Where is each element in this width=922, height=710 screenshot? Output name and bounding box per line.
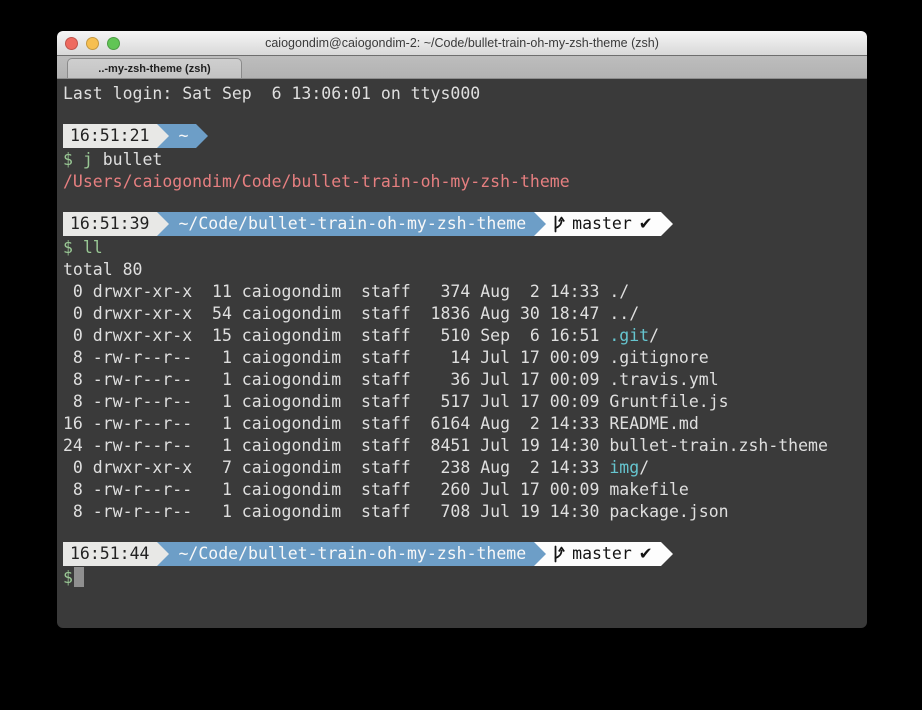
file-listing-row: 0 drwxr-xr-x 7 caiogondim staff 238 Aug … (63, 457, 861, 479)
file-name: bullet-train.zsh-theme (609, 436, 828, 455)
file-listing-row: 16 -rw-r--r-- 1 caiogondim staff 6164 Au… (63, 413, 861, 435)
shell-prompt-1: 16:51:21 ~ (63, 124, 861, 148)
terminal-window: caiogondim@caiogondim-2: ~/Code/bullet-t… (57, 31, 867, 628)
prompt-time: 16:51:39 (70, 213, 149, 235)
git-branch-icon (552, 545, 565, 563)
input-line[interactable]: $ (63, 567, 861, 589)
tab-label: ..-my-zsh-theme (zsh) (98, 63, 210, 75)
powerline-separator-icon (157, 212, 169, 236)
prompt-time-segment: 16:51:21 (63, 124, 157, 148)
title-bar[interactable]: caiogondim@caiogondim-2: ~/Code/bullet-t… (57, 31, 867, 56)
prompt-time: 16:51:21 (70, 125, 149, 147)
prompt-path-segment: ~ (169, 124, 196, 148)
file-listing-row: 0 drwxr-xr-x 15 caiogondim staff 510 Sep… (63, 325, 861, 347)
prompt-time-segment: 16:51:44 (63, 542, 157, 566)
powerline-separator-icon (157, 124, 169, 148)
file-name: ./ (609, 282, 629, 301)
file-meta: 8 -rw-r--r-- 1 caiogondim staff 517 Jul … (63, 392, 609, 411)
powerline-separator-icon (661, 212, 673, 236)
shell-prompt-3: 16:51:44 ~/Code/bullet-train-oh-my-zsh-t… (63, 542, 861, 566)
prompt-path: ~/Code/bullet-train-oh-my-zsh-theme (178, 543, 526, 565)
file-name: .git (609, 326, 649, 345)
file-name: Gruntfile.js (609, 392, 728, 411)
terminal-screen[interactable]: Last login: Sat Sep 6 13:06:01 on ttys00… (57, 79, 867, 628)
git-branch-icon (552, 215, 565, 233)
prompt-dollar: $ (63, 238, 73, 257)
powerline-separator-icon (534, 212, 546, 236)
command-text: ll (73, 238, 103, 257)
file-meta: 24 -rw-r--r-- 1 caiogondim staff 8451 Ju… (63, 436, 609, 455)
traffic-lights (65, 31, 120, 55)
file-name: makefile (609, 480, 688, 499)
file-name: README.md (609, 414, 698, 433)
window-title: caiogondim@caiogondim-2: ~/Code/bullet-t… (57, 36, 867, 50)
prompt-git-segment: master ✔ (546, 212, 660, 236)
file-meta: 16 -rw-r--r-- 1 caiogondim staff 6164 Au… (63, 414, 609, 433)
file-listing-row: 8 -rw-r--r-- 1 caiogondim staff 708 Jul … (63, 501, 861, 523)
command-text: j (73, 150, 93, 169)
git-clean-check-icon: ✔ (639, 213, 653, 235)
command-args: bullet (93, 150, 163, 169)
file-name: package.json (609, 502, 728, 521)
file-meta: 8 -rw-r--r-- 1 caiogondim staff 260 Jul … (63, 480, 609, 499)
git-branch-name: master (572, 543, 632, 565)
file-meta: 0 drwxr-xr-x 7 caiogondim staff 238 Aug … (63, 458, 609, 477)
file-meta: 8 -rw-r--r-- 1 caiogondim staff 36 Jul 1… (63, 370, 609, 389)
prompt-time-segment: 16:51:39 (63, 212, 157, 236)
prompt-path-segment: ~/Code/bullet-train-oh-my-zsh-theme (169, 212, 534, 236)
prompt-git-segment: master ✔ (546, 542, 660, 566)
prompt-dollar: $ (63, 150, 73, 169)
file-dir-slash: / (649, 326, 659, 345)
file-name: img (609, 458, 639, 477)
command-line-1: $ j bullet (63, 149, 861, 171)
powerline-separator-icon (157, 542, 169, 566)
git-branch-name: master (572, 213, 632, 235)
file-meta: 8 -rw-r--r-- 1 caiogondim staff 14 Jul 1… (63, 348, 609, 367)
total-line: total 80 (63, 259, 861, 281)
file-meta: 8 -rw-r--r-- 1 caiogondim staff 708 Jul … (63, 502, 609, 521)
file-listing-row: 8 -rw-r--r-- 1 caiogondim staff 36 Jul 1… (63, 369, 861, 391)
tab-bar: ..-my-zsh-theme (zsh) (57, 56, 867, 79)
file-meta: 0 drwxr-xr-x 15 caiogondim staff 510 Sep… (63, 326, 609, 345)
close-button[interactable] (65, 37, 78, 50)
zoom-button[interactable] (107, 37, 120, 50)
file-listing-row: 8 -rw-r--r-- 1 caiogondim staff 260 Jul … (63, 479, 861, 501)
command-output-path: /Users/caiogondim/Code/bullet-train-oh-m… (63, 171, 861, 193)
powerline-separator-icon (196, 124, 208, 148)
file-listing-row: 0 drwxr-xr-x 54 caiogondim staff 1836 Au… (63, 303, 861, 325)
file-name: .gitignore (609, 348, 708, 367)
file-listing-row: 24 -rw-r--r-- 1 caiogondim staff 8451 Ju… (63, 435, 861, 457)
file-listing-row: 0 drwxr-xr-x 11 caiogondim staff 374 Aug… (63, 281, 861, 303)
git-clean-check-icon: ✔ (639, 543, 653, 565)
shell-prompt-2: 16:51:39 ~/Code/bullet-train-oh-my-zsh-t… (63, 212, 861, 236)
tab-my-zsh-theme[interactable]: ..-my-zsh-theme (zsh) (67, 58, 242, 78)
command-line-2: $ ll (63, 237, 861, 259)
file-listing-row: 8 -rw-r--r-- 1 caiogondim staff 14 Jul 1… (63, 347, 861, 369)
last-login-line: Last login: Sat Sep 6 13:06:01 on ttys00… (63, 83, 861, 105)
prompt-time: 16:51:44 (70, 543, 149, 565)
file-meta: 0 drwxr-xr-x 11 caiogondim staff 374 Aug… (63, 282, 609, 301)
prompt-path: ~ (178, 125, 188, 147)
text-cursor (74, 567, 84, 587)
powerline-separator-icon (661, 542, 673, 566)
file-name: .travis.yml (609, 370, 718, 389)
file-meta: 0 drwxr-xr-x 54 caiogondim staff 1836 Au… (63, 304, 609, 323)
powerline-separator-icon (534, 542, 546, 566)
file-listing: 0 drwxr-xr-x 11 caiogondim staff 374 Aug… (63, 281, 861, 523)
file-listing-row: 8 -rw-r--r-- 1 caiogondim staff 517 Jul … (63, 391, 861, 413)
file-name: ../ (609, 304, 639, 323)
prompt-dollar: $ (63, 568, 73, 587)
prompt-path: ~/Code/bullet-train-oh-my-zsh-theme (178, 213, 526, 235)
prompt-path-segment: ~/Code/bullet-train-oh-my-zsh-theme (169, 542, 534, 566)
file-dir-slash: / (639, 458, 649, 477)
minimize-button[interactable] (86, 37, 99, 50)
